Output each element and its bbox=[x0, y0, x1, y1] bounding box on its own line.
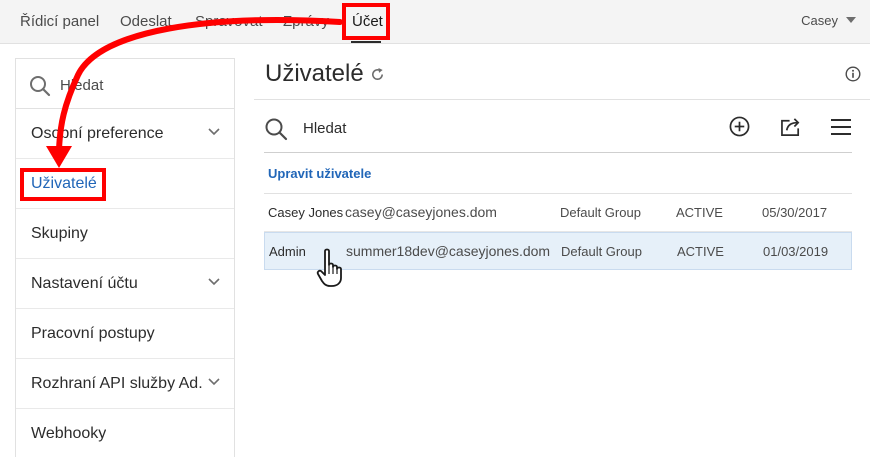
nav-item-reports[interactable]: Zprávy bbox=[283, 13, 329, 30]
sidebar-item-workflows[interactable]: Pracovní postupy bbox=[16, 309, 234, 359]
divider bbox=[264, 152, 852, 153]
active-tab-indicator bbox=[351, 41, 381, 43]
sidebar-item-groups[interactable]: Skupiny bbox=[16, 209, 234, 259]
sidebar-item-webhooks[interactable]: Webhooky bbox=[16, 409, 234, 457]
sidebar: Hledat Osobní preference Uživatelé Skupi… bbox=[15, 58, 235, 457]
nav-item-manage[interactable]: Spravovat bbox=[195, 13, 263, 30]
user-email-cell: casey@caseyjones.dom bbox=[345, 204, 497, 220]
sidebar-search[interactable]: Hledat bbox=[16, 59, 234, 109]
chevron-down-icon bbox=[208, 378, 220, 386]
chevron-down-icon bbox=[208, 278, 220, 286]
user-status-cell: ACTIVE bbox=[676, 205, 723, 220]
chevron-down-icon bbox=[208, 128, 220, 136]
sidebar-item-api[interactable]: Rozhraní API služby Ad... bbox=[16, 359, 234, 409]
sidebar-item-label: Webhooky bbox=[31, 425, 107, 442]
user-date-cell: 01/03/2019 bbox=[763, 244, 829, 259]
sidebar-item-label: Rozhraní API služby Ad... bbox=[31, 375, 203, 392]
edit-users-link[interactable]: Upravit uživatele bbox=[268, 166, 371, 181]
caret-down-icon bbox=[846, 17, 856, 23]
user-name-cell: Admin bbox=[269, 244, 306, 259]
user-email-cell: summer18dev@caseyjones.dom bbox=[346, 243, 551, 259]
menu-icon[interactable] bbox=[831, 119, 851, 135]
table-row[interactable]: Admin summer18dev@caseyjones.dom Default… bbox=[264, 232, 852, 270]
top-navigation: Řídicí panel Odeslat Spravovat Zprávy Úč… bbox=[0, 0, 870, 44]
share-icon[interactable] bbox=[780, 116, 803, 137]
highlight-account-tab bbox=[342, 3, 390, 40]
search-icon[interactable] bbox=[264, 117, 288, 141]
sidebar-item-label: Skupiny bbox=[31, 225, 88, 242]
refresh-icon[interactable] bbox=[370, 67, 385, 82]
user-name: Casey bbox=[801, 13, 838, 28]
user-status-cell: ACTIVE bbox=[677, 244, 724, 259]
search-icon bbox=[30, 76, 51, 97]
sidebar-search-placeholder: Hledat bbox=[60, 77, 104, 94]
nav-item-dashboard[interactable]: Řídicí panel bbox=[20, 13, 99, 30]
user-date-cell: 05/30/2017 bbox=[762, 205, 828, 220]
hand-cursor-icon bbox=[316, 248, 342, 287]
table-row[interactable]: Casey Jones casey@caseyjones.dom Default… bbox=[264, 194, 852, 232]
sidebar-item-label: Osobní preference bbox=[31, 125, 164, 142]
sidebar-item-label: Nastavení účtu bbox=[31, 275, 138, 292]
user-group-cell: Default Group bbox=[561, 244, 642, 259]
divider bbox=[254, 99, 870, 100]
page-title: Uživatelé bbox=[265, 60, 364, 87]
add-icon[interactable] bbox=[729, 116, 750, 137]
highlight-users-item bbox=[20, 168, 106, 201]
user-menu[interactable]: Casey bbox=[801, 13, 856, 28]
info-icon[interactable] bbox=[845, 66, 861, 82]
sidebar-item-personal-preferences[interactable]: Osobní preference bbox=[16, 109, 234, 159]
user-group-cell: Default Group bbox=[560, 205, 641, 220]
users-search-input[interactable]: Hledat bbox=[303, 120, 346, 137]
user-name-cell: Casey Jones bbox=[268, 205, 344, 220]
sidebar-item-label: Pracovní postupy bbox=[31, 325, 155, 342]
sidebar-item-account-settings[interactable]: Nastavení účtu bbox=[16, 259, 234, 309]
nav-item-send[interactable]: Odeslat bbox=[120, 13, 172, 30]
